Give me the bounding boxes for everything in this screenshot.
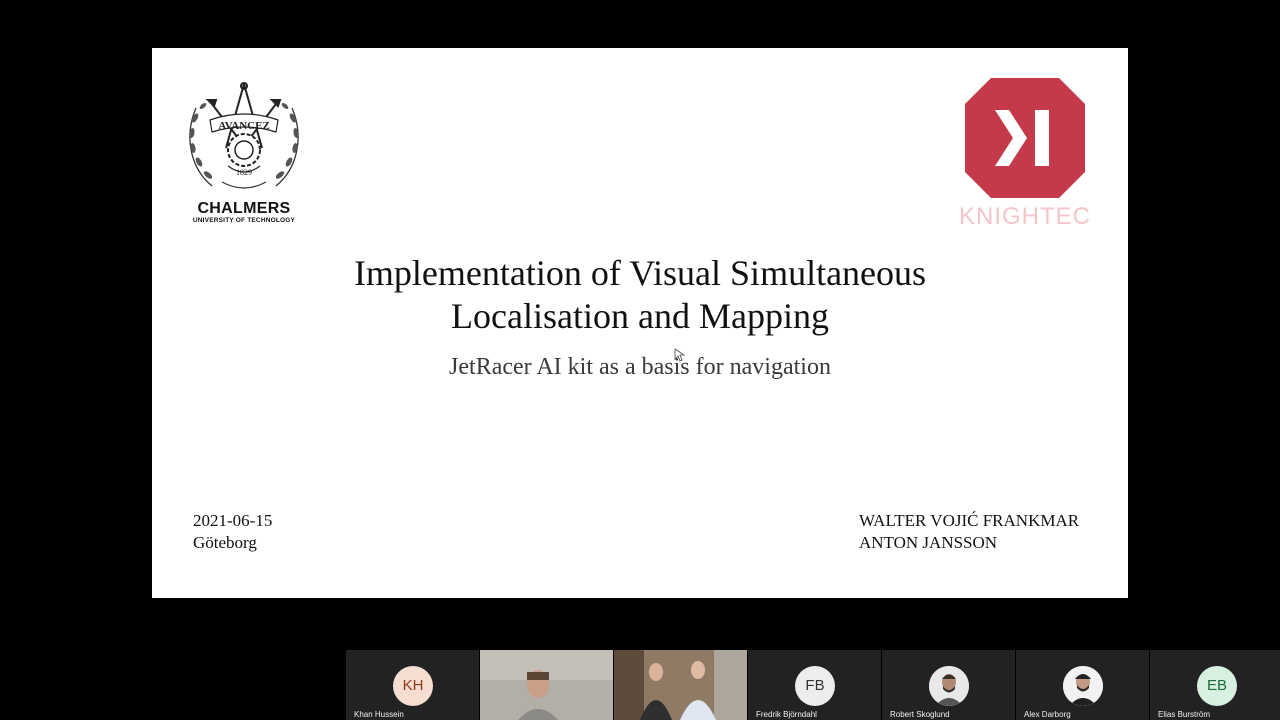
slide-title: Implementation of Visual Simultaneous Lo… [152, 252, 1128, 338]
chalmers-subtitle: UNIVERSITY OF TECHNOLOGY [192, 217, 296, 224]
participant-tile[interactable]: Robert Skoglund [882, 650, 1015, 720]
chalmers-seal-icon: AVANCEZ 1829 [189, 82, 299, 189]
participant-strip: KH Khan Hussein FB Fredrik Björndahl Rob… [346, 650, 1280, 720]
participant-name: Elias Burström [1158, 710, 1211, 719]
avatar [1063, 666, 1103, 706]
chalmers-name: CHALMERS [197, 200, 291, 217]
meeting-window: AVANCEZ 1829 CHALMERS UNIVERSITY OF TECH… [0, 0, 1280, 720]
participant-name: Fredrik Björndahl [756, 710, 817, 719]
avatar: KH [393, 666, 433, 706]
chalmers-logo: AVANCEZ 1829 CHALMERS UNIVERSITY OF TECH… [180, 78, 308, 233]
participant-tile[interactable]: Alex Darborg [1016, 650, 1149, 720]
participant-tile[interactable]: FB Fredrik Björndahl [748, 650, 881, 720]
mouse-cursor-icon [674, 348, 686, 362]
avatar [929, 666, 969, 706]
profile-photo-icon [1063, 666, 1103, 706]
participant-video-tile[interactable] [614, 650, 747, 720]
slide-subtitle: JetRacer AI kit as a basis for navigatio… [449, 354, 831, 380]
participant-tile[interactable]: KH Khan Hussein [346, 650, 479, 720]
seal-motto: AVANCEZ [218, 120, 270, 132]
participant-video [614, 650, 747, 720]
participant-video-tile[interactable] [480, 650, 613, 720]
avatar: FB [795, 666, 835, 706]
participant-name: Khan Hussein [354, 710, 404, 719]
author-name: ANTON JANSSON [859, 533, 998, 552]
profile-photo-icon [929, 666, 969, 706]
knightec-wordmark: KNIGHTEC [958, 203, 1091, 230]
authors: WALTER VOJIĆ FRANKMAR ANTON JANSSON [859, 510, 1079, 554]
avatar: EB [1197, 666, 1237, 706]
presentation-date: 2021-06-15 [193, 511, 273, 530]
knightec-logo: KNIGHTEC [945, 78, 1105, 238]
participant-name: Alex Darborg [1024, 710, 1071, 719]
slide-title-line-1: Implementation of Visual Simultaneous [353, 253, 927, 293]
knightec-k-icon [965, 78, 1085, 198]
participant-video [480, 650, 613, 720]
date-location: 2021-06-15 Göteborg [193, 510, 272, 554]
participant-name: Robert Skoglund [890, 710, 950, 719]
author-name: WALTER VOJIĆ FRANKMAR [859, 511, 1080, 530]
presentation-location: Göteborg [193, 533, 257, 552]
seal-year: 1829 [236, 168, 252, 177]
shared-slide: AVANCEZ 1829 CHALMERS UNIVERSITY OF TECH… [152, 48, 1128, 598]
participant-tile[interactable]: EB Elias Burström [1150, 650, 1280, 720]
slide-title-line-2: Localisation and Mapping [451, 296, 829, 336]
